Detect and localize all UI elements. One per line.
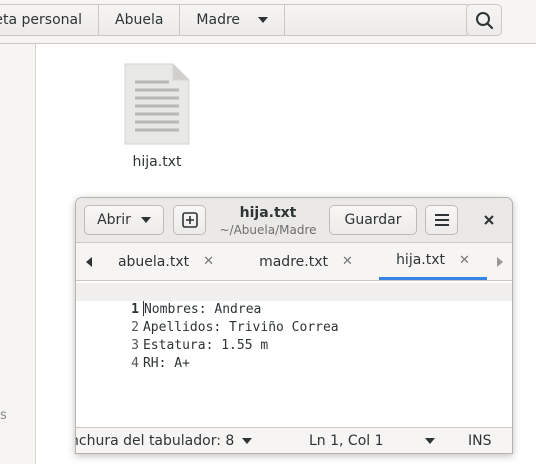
search-button[interactable] <box>466 4 502 36</box>
window-title: hija.txt ~/Abuela/Madre <box>214 204 322 238</box>
hamburger-menu-icon <box>434 214 449 226</box>
crumb-madre[interactable]: Madre <box>180 5 286 35</box>
chevron-down-icon[interactable] <box>425 438 435 444</box>
scroll-tabs-right-icon[interactable] <box>497 257 503 267</box>
text-view[interactable]: 1 Nombres: Andrea 2 Apellidos: Triviño Cor… <box>76 281 512 427</box>
tab-hija[interactable]: hija.txt ✕ <box>379 243 487 280</box>
crumb-home[interactable]: eta personal <box>0 5 99 35</box>
open-button-label: Abrir <box>97 212 131 228</box>
close-icon <box>484 215 494 225</box>
text-editor-window: Abrir hija.txt ~/Abuela/Madre Guardar ab… <box>75 197 513 454</box>
tab-bar: abuela.txt ✕ madre.txt ✕ hija.txt ✕ <box>76 243 512 281</box>
close-window-button[interactable] <box>473 205 505 235</box>
crumb-abuela[interactable]: Abuela <box>99 5 181 35</box>
tab-width-label: nchura del tabulador: 8 <box>75 433 235 449</box>
chevron-down-icon <box>140 217 151 223</box>
close-icon[interactable]: ✕ <box>342 254 353 269</box>
save-button[interactable]: Guardar <box>329 205 417 235</box>
crumb-madre-label: Madre <box>196 12 241 28</box>
scroll-tabs-left-icon[interactable] <box>86 257 92 267</box>
new-document-button[interactable] <box>173 205 206 235</box>
open-button[interactable]: Abrir <box>84 205 164 235</box>
new-tab-icon <box>181 212 198 228</box>
path-bar: eta personal Abuela Madre <box>0 4 473 36</box>
tab-label: hija.txt <box>396 252 446 268</box>
line-text: RH: A+ <box>142 356 190 371</box>
file-label[interactable]: hija.txt <box>117 154 197 170</box>
tab-width-selector[interactable]: nchura del tabulador: 8 <box>75 433 253 449</box>
code-line: 4 RH: A+ <box>76 337 190 371</box>
chevron-down-icon <box>258 17 269 23</box>
sidebar <box>0 44 36 464</box>
tab-madre[interactable]: madre.txt ✕ <box>246 243 366 280</box>
sidebar-item-fragment[interactable]: s <box>0 408 7 423</box>
tab-label: madre.txt <box>259 253 328 270</box>
close-icon[interactable]: ✕ <box>459 253 470 268</box>
insert-mode-indicator[interactable]: INS <box>468 433 492 449</box>
text-file-icon[interactable] <box>123 62 191 146</box>
menu-button[interactable] <box>425 205 458 235</box>
code-line: 2 Apellidos: Triviño Correa <box>76 301 339 335</box>
file-manager-header: eta personal Abuela Madre <box>0 0 536 44</box>
chevron-down-icon <box>242 438 253 444</box>
code-line: 1 Nombres: Andrea <box>76 283 512 317</box>
code-line: 3 Estatura: 1.55 m <box>76 319 268 353</box>
close-icon[interactable]: ✕ <box>203 254 214 269</box>
cursor-position: Ln 1, Col 1 <box>309 433 384 449</box>
tab-abuela[interactable]: abuela.txt ✕ <box>106 243 226 280</box>
headerbar: Abrir hija.txt ~/Abuela/Madre Guardar <box>76 198 512 243</box>
tab-label: abuela.txt <box>117 253 190 270</box>
status-bar: nchura del tabulador: 8 Ln 1, Col 1 INS <box>75 427 512 453</box>
path-bar-empty <box>285 5 471 35</box>
document-path: ~/Abuela/Madre <box>219 223 317 237</box>
line-number: 4 <box>131 356 139 371</box>
document-title: hija.txt <box>239 205 297 221</box>
search-icon <box>476 12 494 30</box>
